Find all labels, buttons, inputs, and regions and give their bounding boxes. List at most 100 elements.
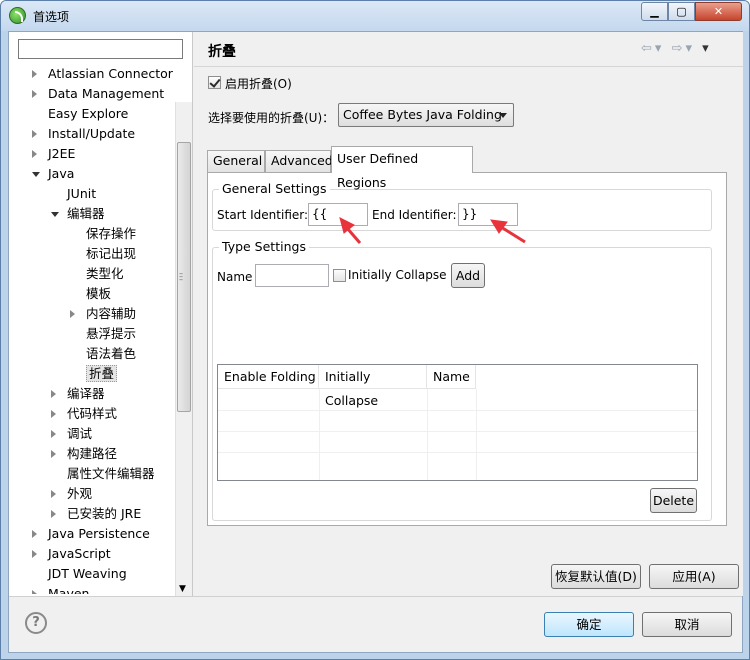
expanded-arrow-icon[interactable]: [51, 212, 59, 217]
back-menu-chevron-icon[interactable]: ▾: [655, 41, 665, 56]
collapsed-arrow-icon[interactable]: [51, 510, 56, 518]
tree-item[interactable]: Easy Explore: [27, 104, 128, 124]
tree-item[interactable]: Java: [27, 164, 74, 184]
view-menu-icon[interactable]: ▾: [702, 41, 712, 56]
footer-separator: [9, 596, 742, 597]
collapsed-arrow-icon[interactable]: [32, 550, 37, 558]
type-settings-group: Type Settings Name Initially Collapse Ad…: [212, 239, 712, 521]
expanded-arrow-icon[interactable]: [32, 172, 40, 177]
folding-select-value: Coffee Bytes Java Folding: [343, 107, 502, 122]
tree-item[interactable]: 调试: [46, 424, 92, 444]
initially-collapse-checkbox[interactable]: [333, 269, 346, 282]
collapsed-arrow-icon[interactable]: [51, 390, 56, 398]
forward-arrow-icon[interactable]: ⇨: [672, 41, 686, 56]
collapsed-arrow-icon[interactable]: [32, 90, 37, 98]
tree-item[interactable]: Install/Update: [27, 124, 135, 144]
name-label: Name: [217, 270, 253, 284]
tree-item[interactable]: JDT Weaving: [27, 564, 127, 584]
tree-item[interactable]: 构建路径: [46, 444, 117, 464]
tree-item[interactable]: 编辑器: [46, 204, 105, 224]
tree-item[interactable]: JavaScript: [27, 544, 111, 564]
back-arrow-icon[interactable]: ⇦: [641, 41, 655, 56]
table-column-divider: [427, 389, 428, 480]
tab-general[interactable]: General: [207, 150, 265, 172]
minimize-button[interactable]: ▁: [641, 2, 668, 21]
collapsed-arrow-icon[interactable]: [51, 490, 56, 498]
tree-item-label: Install/Update: [48, 126, 136, 141]
tree-item-label: 构建路径: [67, 446, 118, 461]
enable-folding-label[interactable]: 启用折叠(O): [225, 75, 292, 92]
collapsed-arrow-icon[interactable]: [51, 430, 56, 438]
tree-item[interactable]: 已安装的 JRE: [46, 504, 141, 524]
tab-user-defined-regions[interactable]: User Defined Regions: [331, 146, 473, 190]
enable-folding-checkbox[interactable]: [208, 76, 221, 89]
scroll-down-arrow-icon[interactable]: ▼: [179, 584, 186, 594]
tree-item[interactable]: 类型化: [65, 264, 124, 284]
collapsed-arrow-icon[interactable]: [32, 530, 37, 538]
maximize-button[interactable]: ▢: [668, 2, 695, 21]
column-header-initially-collapse[interactable]: Initially Collapse: [319, 365, 427, 408]
tree-item-label: 编译器: [67, 386, 105, 401]
start-identifier-input[interactable]: {{: [308, 203, 368, 226]
ok-button[interactable]: 确定: [544, 612, 634, 637]
close-button[interactable]: ✕: [695, 2, 742, 21]
chevron-down-icon: [499, 113, 507, 118]
tab-advanced[interactable]: Advanced: [265, 150, 333, 172]
add-button[interactable]: Add: [451, 263, 485, 288]
tab-body: General Settings Start Identifier: {{ En…: [207, 172, 727, 526]
tree-item-label: 外观: [67, 486, 93, 501]
tree-item[interactable]: 属性文件编辑器: [46, 464, 155, 484]
tree-item[interactable]: 悬浮提示: [65, 324, 136, 344]
help-icon[interactable]: ?: [25, 612, 47, 634]
dialog-content: Atlassian Connector Data Management Easy E…: [8, 31, 743, 653]
filter-input[interactable]: [18, 39, 183, 59]
collapsed-arrow-icon[interactable]: [51, 450, 56, 458]
tree-item[interactable]: 模板: [65, 284, 111, 304]
collapsed-arrow-icon[interactable]: [51, 410, 56, 418]
collapsed-arrow-icon[interactable]: [32, 590, 37, 594]
tree-item[interactable]: Data Management: [27, 84, 164, 104]
column-header-name[interactable]: Name: [427, 365, 476, 389]
collapsed-arrow-icon[interactable]: [32, 150, 37, 158]
forward-menu-chevron-icon[interactable]: ▾: [685, 41, 695, 56]
table-column-divider: [319, 389, 320, 480]
tree-item-label: Maven: [48, 586, 90, 594]
title-bar[interactable]: 首选项 ▁ ▢ ✕: [1, 1, 749, 31]
tree-item[interactable]: 编译器: [46, 384, 105, 404]
regions-table[interactable]: Enable Folding Initially Collapse Name: [217, 364, 698, 481]
column-header-enable-folding[interactable]: Enable Folding: [218, 365, 319, 389]
tree-item-label: 代码样式: [67, 406, 118, 421]
cancel-button[interactable]: 取消: [642, 612, 732, 637]
end-identifier-input[interactable]: }}: [458, 203, 518, 226]
collapsed-arrow-icon[interactable]: [32, 130, 37, 138]
tree-item[interactable]: 保存操作: [65, 224, 136, 244]
tree-item[interactable]: 外观: [46, 484, 92, 504]
page-navigation[interactable]: ⇦▾ ⇨▾ ▾: [641, 41, 712, 56]
delete-button[interactable]: Delete: [650, 488, 697, 513]
tree-item[interactable]: JUnit: [46, 184, 96, 204]
collapsed-arrow-icon[interactable]: [70, 310, 75, 318]
tree-item[interactable]: Maven: [27, 584, 89, 594]
tree-item-label: Java: [48, 166, 75, 181]
type-name-input[interactable]: [255, 264, 329, 287]
preferences-tree[interactable]: Atlassian Connector Data Management Easy E…: [9, 64, 177, 594]
tree-item[interactable]: 折叠: [65, 364, 118, 384]
tree-item[interactable]: J2EE: [27, 144, 75, 164]
end-identifier-label: End Identifier:: [372, 208, 457, 222]
page-title: 折叠: [208, 44, 236, 60]
preferences-window: 首选项 ▁ ▢ ✕ Atlassian Connector Data Manage…: [0, 0, 750, 660]
apply-button[interactable]: 应用(A): [649, 564, 739, 589]
folding-select[interactable]: Coffee Bytes Java Folding: [338, 103, 514, 127]
tree-item[interactable]: 语法着色: [65, 344, 136, 364]
tree-scrollbar[interactable]: – – – ▼: [175, 102, 192, 596]
restore-defaults-button[interactable]: 恢复默认值(D): [551, 564, 641, 589]
preference-page: 折叠 ⇦▾ ⇨▾ ▾ 启用折叠(O) 选择要使用的折叠(U)： Coffee B…: [194, 32, 743, 596]
tree-item[interactable]: 内容辅助: [65, 304, 136, 324]
collapsed-arrow-icon[interactable]: [32, 70, 37, 78]
tree-item[interactable]: Atlassian Connector: [27, 64, 173, 84]
tree-item[interactable]: 代码样式: [46, 404, 117, 424]
tree-item-label: J2EE: [48, 146, 76, 161]
tree-item[interactable]: Java Persistence: [27, 524, 150, 544]
initially-collapse-label[interactable]: Initially Collapse: [348, 268, 446, 282]
tree-item[interactable]: 标记出现: [65, 244, 136, 264]
